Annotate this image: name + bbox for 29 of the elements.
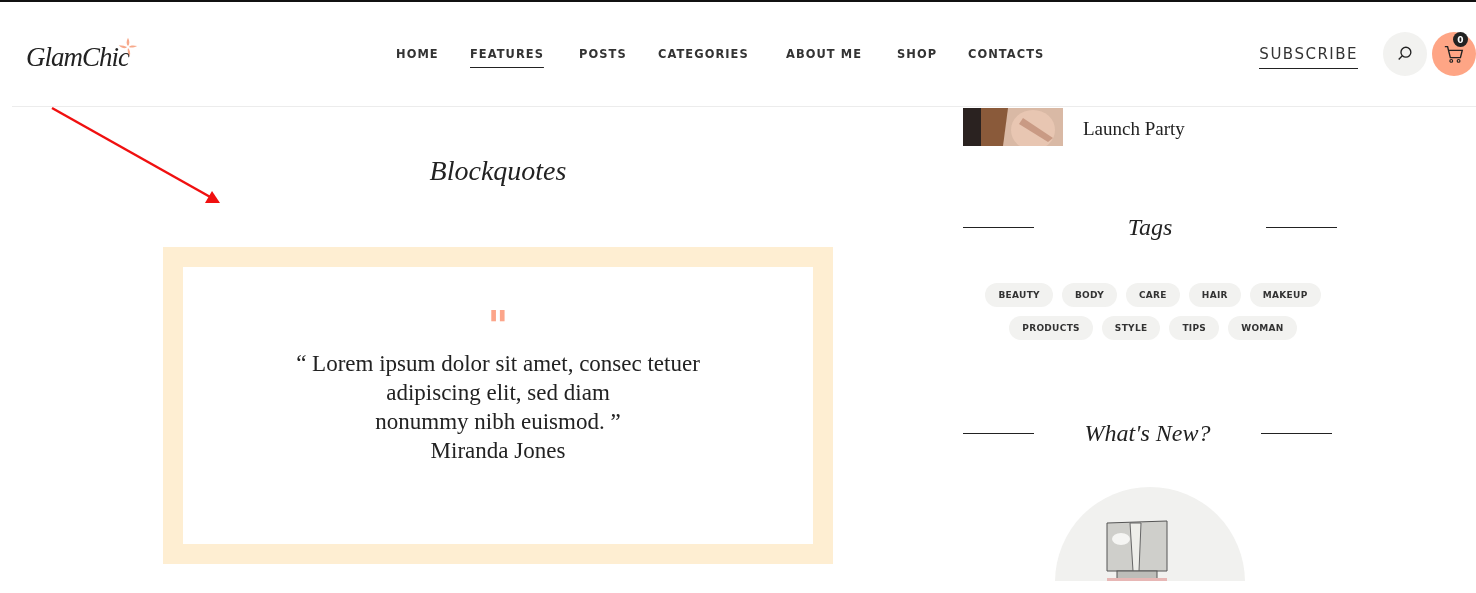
- tag-chip[interactable]: PRODUCTS: [1009, 316, 1093, 340]
- search-icon: [1396, 45, 1414, 63]
- nav-link[interactable]: ABOUT ME: [786, 40, 862, 68]
- nav-link[interactable]: CATEGORIES: [657, 40, 749, 68]
- tag-chip[interactable]: BODY: [1061, 283, 1117, 307]
- page-title: Blockquotes: [429, 155, 567, 187]
- tag-chip[interactable]: MAKEUP: [1249, 283, 1321, 307]
- tag-chip[interactable]: STYLE: [1101, 316, 1161, 340]
- search-button[interactable]: [1383, 32, 1427, 76]
- nav-link[interactable]: HOME: [396, 40, 439, 68]
- tag-chip[interactable]: WOMAN: [1228, 316, 1297, 340]
- tag-chip[interactable]: TIPS: [1169, 316, 1220, 340]
- section-title: What's New?: [1084, 420, 1211, 447]
- subscribe-link[interactable]: SUBSCRIBE: [1259, 39, 1358, 69]
- cart-icon: [1443, 43, 1465, 65]
- quote-author: Miranda Jones: [430, 437, 566, 465]
- nav-link[interactable]: POSTS: [578, 40, 627, 68]
- cart-button[interactable]: [1432, 32, 1476, 76]
- tag-chip[interactable]: HAIR: [1188, 283, 1241, 307]
- post-title-link[interactable]: Launch Party: [1083, 117, 1185, 141]
- logo[interactable]: GlamChic: [26, 41, 129, 73]
- section-title: Tags: [1127, 214, 1173, 241]
- quote-text: “ Lorem ipsum dolor sit amet, consec tetuer adipiscing elit, sed diam nonummy nibh euismod. ”: [296, 350, 700, 436]
- nav-link[interactable]: CONTACTS: [968, 40, 1045, 68]
- tag-chip[interactable]: BEAUTY: [985, 283, 1053, 307]
- tag-chip[interactable]: CARE: [1125, 283, 1180, 307]
- nav-link[interactable]: SHOP: [897, 40, 938, 68]
- quote-mark: ": [487, 311, 509, 337]
- nav-link[interactable]: FEATURES: [469, 40, 544, 68]
